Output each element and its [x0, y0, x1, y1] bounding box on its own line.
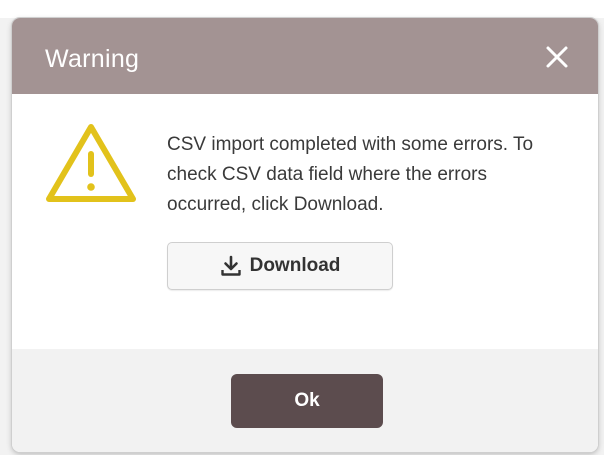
- close-icon: [546, 46, 568, 68]
- dialog-body: CSV import completed with some errors. T…: [12, 94, 598, 349]
- ok-button[interactable]: Ok: [231, 374, 383, 428]
- warning-triangle-icon: [46, 124, 136, 202]
- background-page-strip: [0, 0, 604, 18]
- warning-dialog: Warning CSV import completed with some e…: [12, 18, 598, 452]
- download-button-label: Download: [249, 255, 341, 276]
- dialog-title: Warning: [45, 45, 140, 73]
- dialog-footer: Ok: [12, 349, 598, 452]
- ok-button-label: Ok: [294, 390, 320, 411]
- dialog-header: Warning: [12, 18, 598, 94]
- close-button[interactable]: [538, 38, 576, 76]
- download-button[interactable]: Download: [167, 242, 393, 290]
- dialog-message: CSV import completed with some errors. T…: [167, 134, 534, 215]
- download-icon: [220, 255, 241, 276]
